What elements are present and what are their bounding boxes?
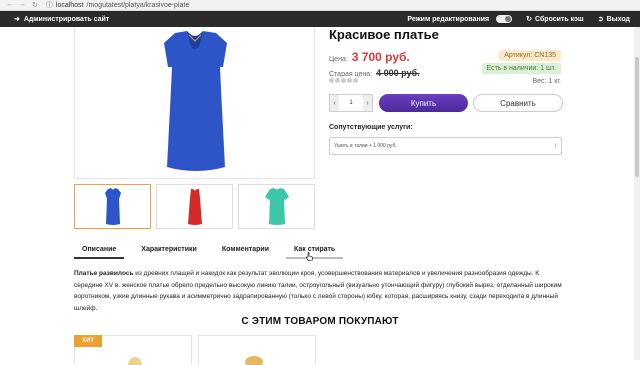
dress-image bbox=[164, 31, 227, 171]
product-title: Красивое платье bbox=[329, 27, 439, 42]
toggle-switch[interactable] bbox=[496, 15, 513, 23]
info-icon: ⓘ bbox=[45, 2, 53, 9]
weight-label: Вес: 1 кг. bbox=[532, 78, 562, 85]
scrollbar-thumb[interactable] bbox=[635, 57, 639, 177]
browser-toolbar: ← → ↻ ⓘ localhost/mogutatest/platya/kras… bbox=[0, 0, 640, 11]
refresh-icon: ↻ bbox=[526, 16, 532, 23]
related-product-card[interactable] bbox=[198, 335, 316, 365]
rating-stars[interactable] bbox=[329, 78, 358, 83]
edit-mode-label: Режим редактирования bbox=[407, 15, 490, 23]
logout-button[interactable]: ➲ Выход bbox=[597, 15, 630, 24]
logout-label: Выход bbox=[606, 15, 630, 23]
url-path: /mogutatest/platya/krasivoe-plate bbox=[86, 1, 190, 9]
compare-button[interactable]: Сравнить bbox=[473, 94, 563, 112]
login-icon: ➜ bbox=[14, 16, 20, 23]
clear-cache-button[interactable]: ↻ Сбросить кэш bbox=[526, 15, 584, 24]
chevron-updown-icon: ↕ bbox=[554, 143, 557, 149]
logout-icon: ➲ bbox=[597, 16, 604, 23]
price-row: Цена: 3 700 руб. bbox=[329, 50, 410, 64]
quantity-input[interactable]: 1 bbox=[339, 95, 363, 111]
tab-comments[interactable]: Комментарии bbox=[214, 243, 277, 259]
also-bought-title: С ЭТИМ ТОВАРОМ ПОКУПАЮТ bbox=[241, 316, 399, 327]
browser-nav: ← → ↻ bbox=[0, 1, 38, 9]
thumbnail-strip bbox=[74, 184, 315, 229]
services-title: Сопутствующие услуги: bbox=[329, 124, 413, 131]
hit-badge: ХИТ bbox=[74, 335, 102, 347]
old-price-value: 4 000 руб. bbox=[376, 68, 420, 78]
decrement-button[interactable]: ‹ bbox=[330, 95, 339, 111]
description-lead: Платье развилось bbox=[74, 270, 134, 277]
product-description: Платье развилось из древних плащей и нак… bbox=[74, 268, 564, 314]
admin-bar: ➜ Администрировать сайт Режим редактиров… bbox=[0, 11, 640, 27]
price-value: 3 700 руб. bbox=[351, 50, 410, 64]
forward-arrow-icon[interactable]: → bbox=[19, 1, 26, 9]
tab-how-to-wash[interactable]: Как стирать bbox=[286, 243, 344, 259]
old-price-row: Старая цена: 4 000 руб. bbox=[329, 68, 420, 78]
thumbnail-dress-image bbox=[104, 187, 121, 225]
stock-badge: Есть в наличии: 1 шт. bbox=[481, 63, 561, 74]
price-label: Цена: bbox=[329, 56, 348, 63]
related-product-image bbox=[245, 356, 263, 365]
address-bar[interactable]: ⓘ localhost/mogutatest/platya/krasivoe-p… bbox=[46, 0, 189, 10]
admin-link[interactable]: ➜ Администрировать сайт bbox=[0, 15, 110, 24]
back-arrow-icon[interactable]: ← bbox=[6, 1, 13, 9]
edit-mode-toggle[interactable]: Режим редактирования bbox=[407, 15, 513, 23]
thumbnail-blue-dress[interactable] bbox=[74, 184, 151, 229]
buy-button[interactable]: Купить bbox=[379, 94, 468, 112]
tab-description[interactable]: Описание bbox=[74, 243, 125, 259]
services-selected-value: Ушить в талии + 1 000 руб. bbox=[334, 143, 397, 149]
star-icon[interactable] bbox=[347, 78, 352, 83]
star-icon[interactable] bbox=[329, 78, 334, 83]
quantity-stepper: ‹ 1 › bbox=[329, 94, 373, 112]
star-icon[interactable] bbox=[341, 78, 346, 83]
thumbnail-dress-image bbox=[264, 187, 289, 225]
tab-characteristics[interactable]: Характеристики bbox=[133, 243, 205, 259]
page-scrollbar[interactable] bbox=[634, 27, 640, 360]
clear-cache-label: Сбросить кэш bbox=[535, 15, 584, 23]
star-icon[interactable] bbox=[335, 78, 340, 83]
old-price-label: Старая цена: bbox=[329, 71, 373, 78]
thumbnail-mint-dress[interactable] bbox=[238, 184, 315, 229]
product-main-image[interactable] bbox=[74, 27, 315, 179]
thumbnail-red-dress[interactable] bbox=[156, 184, 233, 229]
hand-cursor-icon bbox=[306, 252, 313, 261]
description-text: из древних плащей и накидок как результа… bbox=[74, 270, 562, 312]
services-select[interactable]: Ушить в талии + 1 000 руб. ↕ bbox=[329, 137, 562, 155]
reload-icon[interactable]: ↻ bbox=[32, 1, 38, 9]
admin-label: Администрировать сайт bbox=[23, 15, 110, 23]
sku-badge: Артикул: CN135 bbox=[499, 50, 561, 61]
increment-button[interactable]: › bbox=[363, 95, 372, 111]
url-host: localhost bbox=[55, 1, 84, 9]
thumbnail-dress-image bbox=[187, 188, 202, 225]
star-icon[interactable] bbox=[353, 78, 358, 83]
